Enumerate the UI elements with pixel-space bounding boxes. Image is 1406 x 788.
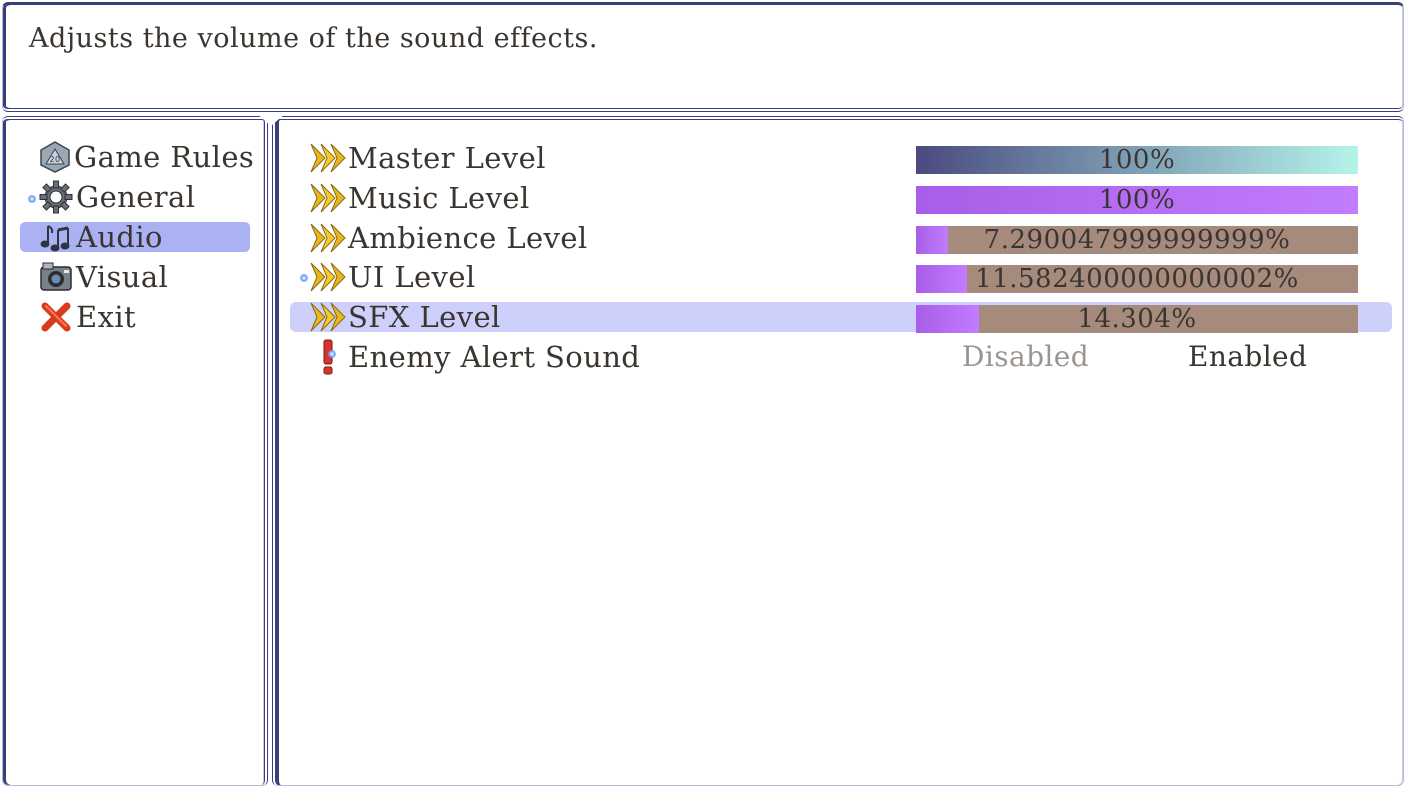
ambience-level-gauge[interactable]: 7.290047999999999% [916,226,1358,254]
sparkle-icon [300,274,308,282]
command-window [2,116,268,786]
command-game-rules[interactable]: 20 Game Rules [20,140,254,174]
command-label: Exit [76,300,137,334]
command-audio[interactable]: Audio [20,220,250,254]
window-notch [255,112,287,126]
toggle-enabled[interactable]: Enabled [1188,340,1307,373]
option-label: Enemy Alert Sound [348,340,641,374]
svg-text:20: 20 [50,155,61,164]
exclamation-icon [308,339,348,375]
gauge-value: 7.290047999999999% [983,226,1291,254]
command-visual[interactable]: Visual [20,260,250,294]
options-window [272,116,1404,786]
command-exit[interactable]: Exit [20,300,250,334]
gauge-value: 100% [1098,146,1176,174]
help-text: Adjusts the volume of the sound effects. [29,23,598,54]
command-label: General [76,180,196,214]
command-label: Game Rules [74,140,255,174]
double-arrow-icon [308,141,348,175]
gauge-value: 11.582400000000002% [975,265,1299,293]
double-arrow-icon [308,260,348,294]
double-arrow-icon [308,181,348,215]
d20-dice-icon: 20 [38,140,72,174]
option-label: SFX Level [348,300,501,334]
double-arrow-icon [308,221,348,255]
camera-icon [38,260,74,294]
command-label: Visual [76,260,169,294]
gear-icon [38,180,74,214]
command-general[interactable]: General [20,180,250,214]
toggle-disabled[interactable]: Disabled [962,340,1089,373]
sparkle-icon [328,350,336,358]
music-note-icon [38,220,74,254]
gauge-value: 14.304% [1077,305,1197,333]
option-label: UI Level [348,260,476,294]
gauge-value: 100% [1098,186,1176,214]
command-label: Audio [76,220,163,254]
master-level-gauge[interactable]: 100% [916,146,1358,174]
sparkle-icon [28,195,36,203]
double-arrow-icon [308,300,348,334]
red-x-icon [38,300,74,334]
sfx-level-gauge[interactable]: 14.304% [916,305,1358,333]
option-label: Music Level [348,181,530,215]
music-level-gauge[interactable]: 100% [916,186,1358,214]
option-label: Ambience Level [348,221,588,255]
ui-level-gauge[interactable]: 11.582400000000002% [916,265,1358,293]
option-label: Master Level [348,141,546,175]
help-window: Adjusts the volume of the sound effects. [2,2,1404,112]
